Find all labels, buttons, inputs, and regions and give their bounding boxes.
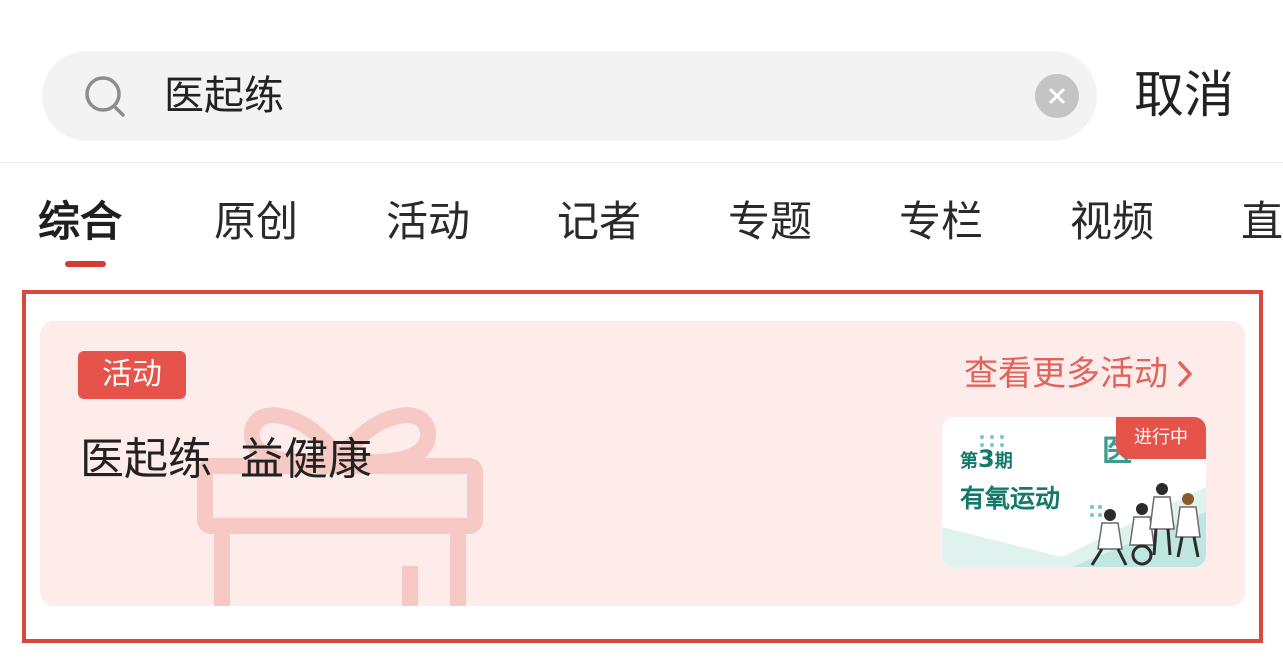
view-more-activities-link[interactable]: 查看更多活动 <box>964 351 1194 397</box>
activity-tag: 活动 <box>78 351 186 399</box>
tab-original[interactable]: 原创 <box>214 193 298 251</box>
issue-number: 3 <box>978 445 995 473</box>
issue-prefix: 第 <box>960 451 978 472</box>
tab-activity[interactable]: 活动 <box>386 193 470 251</box>
status-badge: 进行中 <box>1116 417 1206 459</box>
view-more-label: 查看更多活动 <box>964 354 1168 394</box>
issue-topic: 有氧运动 <box>960 484 1061 513</box>
tab-live[interactable]: 直 <box>1241 193 1283 251</box>
clear-search-button[interactable] <box>1035 74 1079 118</box>
tab-video[interactable]: 视频 <box>1070 193 1154 251</box>
chevron-right-icon <box>1178 361 1192 387</box>
activity-thumbnail[interactable]: 医 第3期 有氧运动 进行中 <box>942 417 1206 567</box>
search-results-page: 取消 综合 原创 活动 记者 专题 专栏 视频 直 活动 查看更多活动 医起练 <box>0 0 1283 664</box>
header-divider <box>0 162 1283 163</box>
issue-label: 第3期 <box>960 445 1013 473</box>
cancel-button[interactable]: 取消 <box>1134 62 1234 128</box>
activity-title[interactable]: 医起练 益健康 <box>80 429 372 491</box>
tab-reporter[interactable]: 记者 <box>557 193 641 251</box>
clear-icon <box>1049 88 1065 104</box>
tab-column[interactable]: 专栏 <box>899 193 983 251</box>
tab-topic[interactable]: 专题 <box>728 193 812 251</box>
gift-icon <box>197 407 483 606</box>
active-tab-indicator <box>65 261 106 267</box>
tab-comprehensive[interactable]: 综合 <box>38 193 122 251</box>
issue-suffix: 期 <box>994 451 1013 472</box>
activity-card[interactable]: 活动 查看更多活动 医起练 益健康 医 <box>40 321 1245 606</box>
search-input[interactable] <box>164 66 1004 126</box>
search-icon <box>85 76 125 117</box>
